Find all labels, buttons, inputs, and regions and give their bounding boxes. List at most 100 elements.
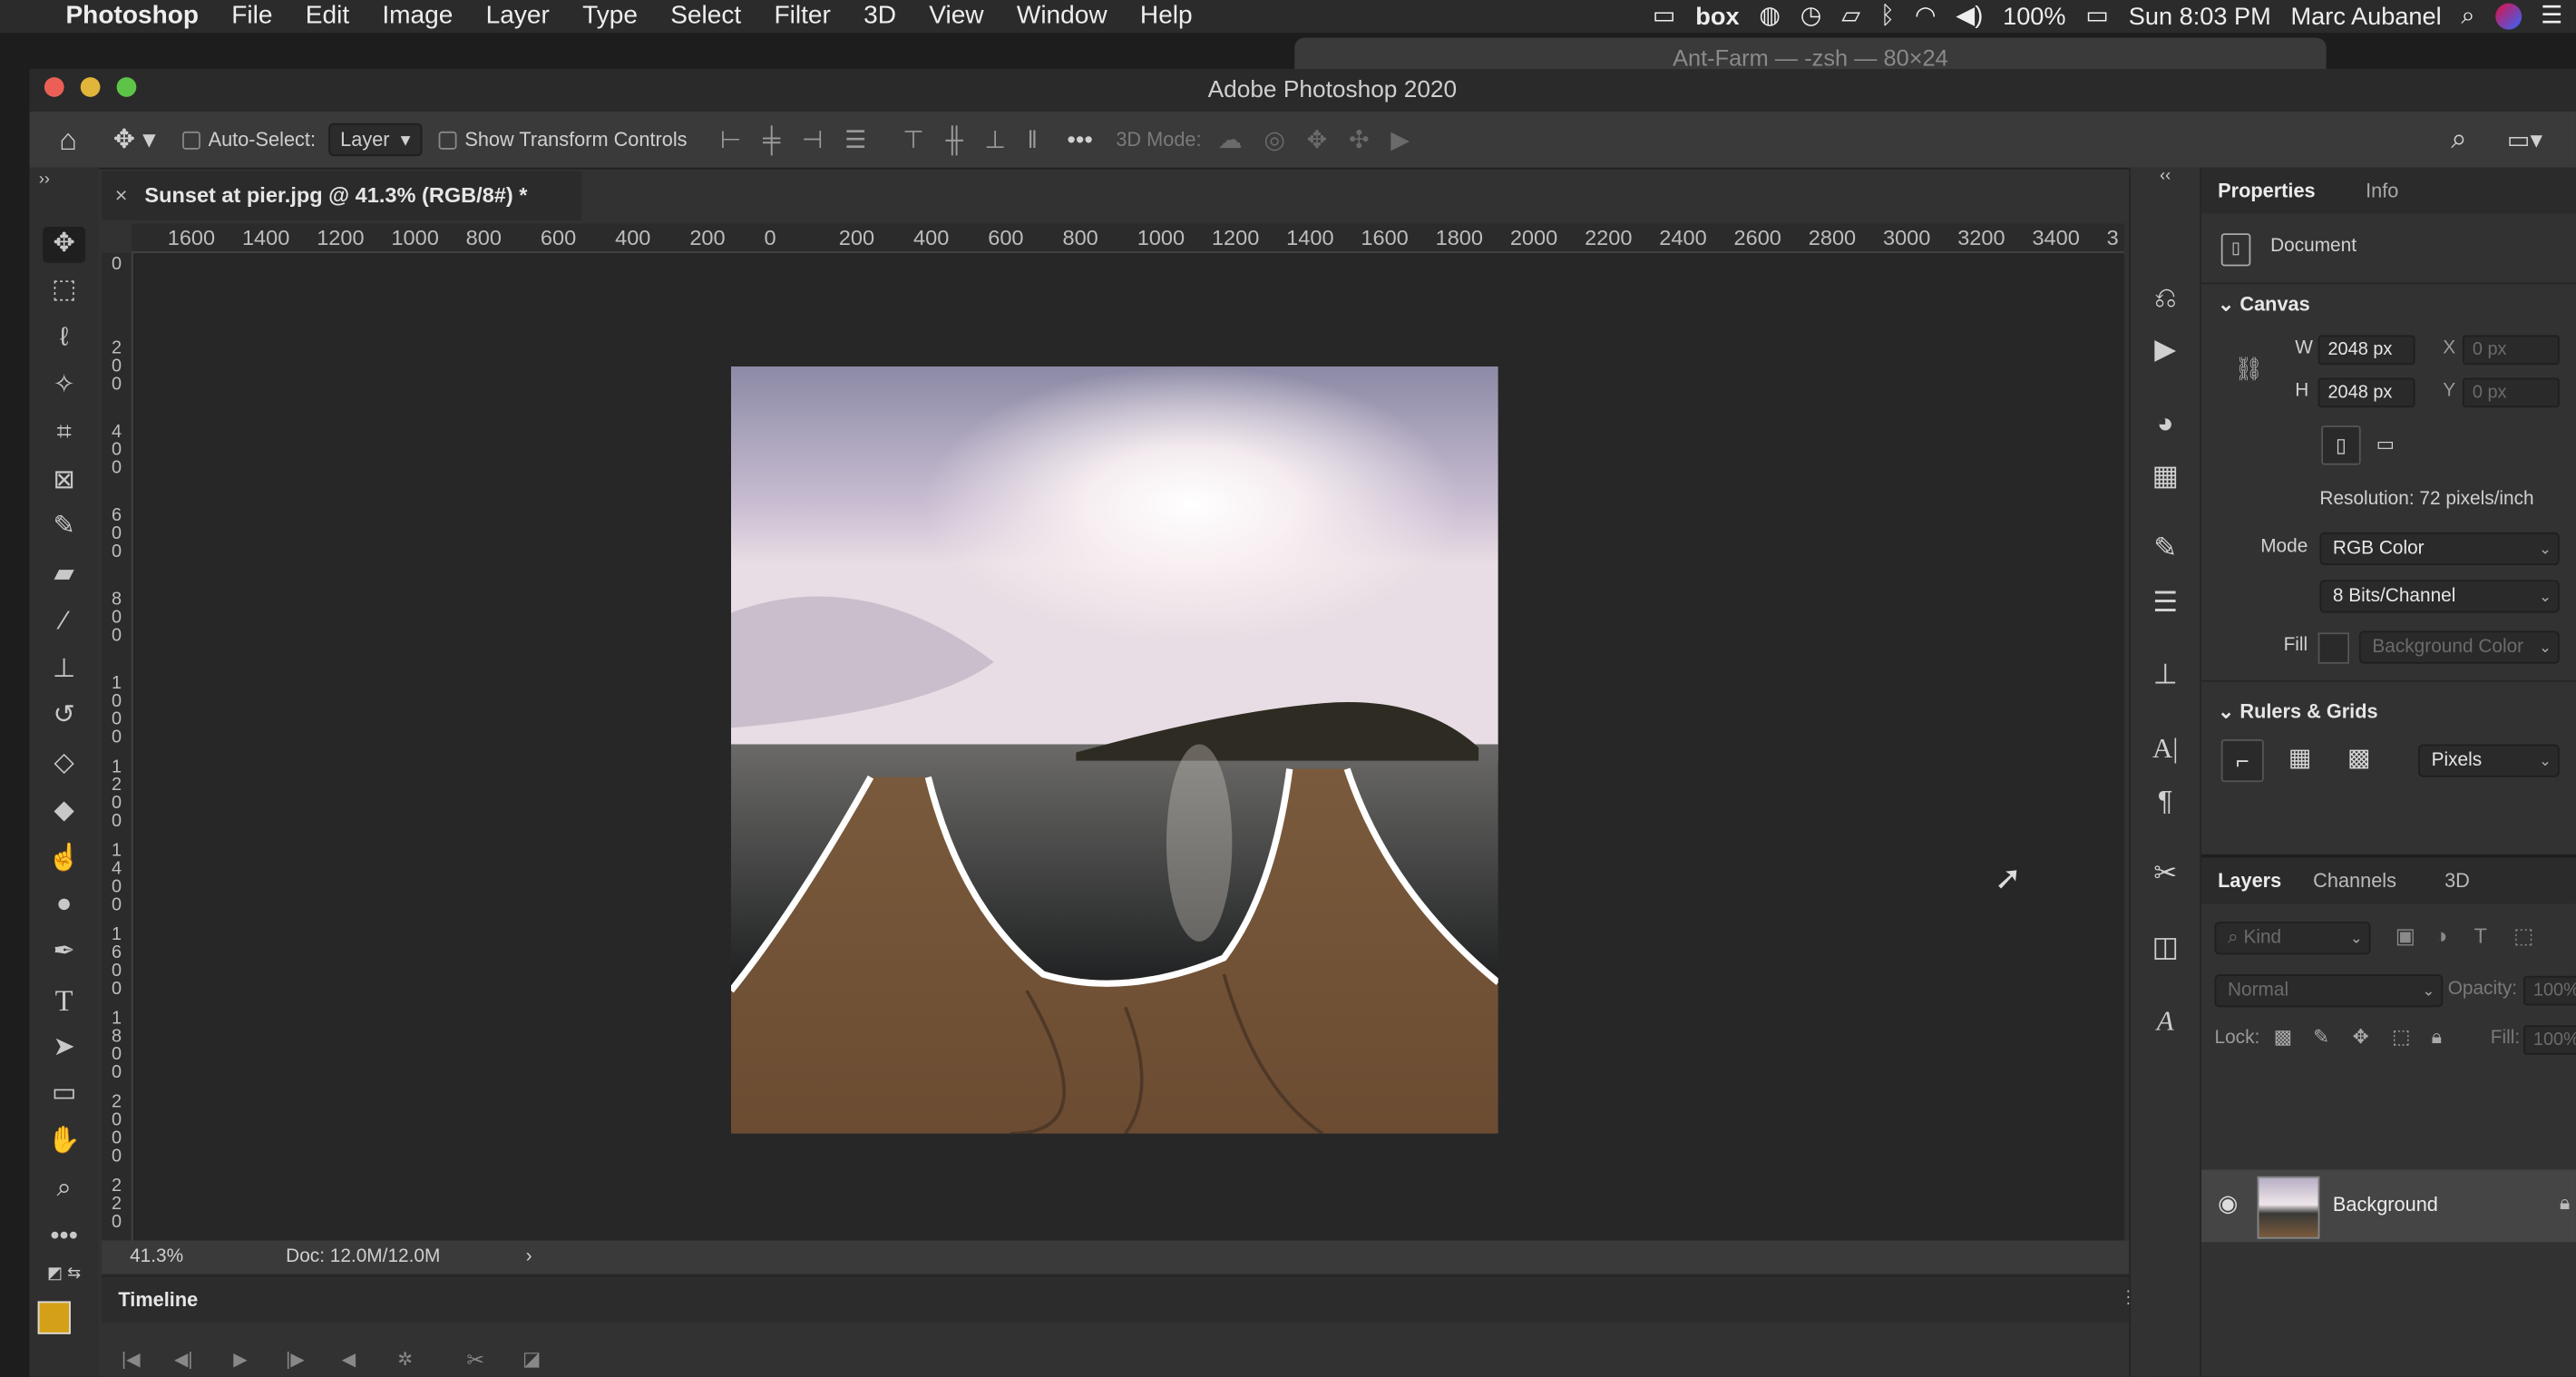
lock-transparency-icon[interactable]: ▩ <box>2274 1025 2293 1048</box>
horizontal-ruler[interactable]: 1600 1400 1200 1000 800 600 400 200 0 200 400 600 80… <box>131 223 2124 253</box>
collapse-dock-icon[interactable]: ‹‹ <box>2147 168 2183 186</box>
rulers-toggle-icon[interactable]: ⌐ <box>2220 739 2264 783</box>
menu-image[interactable]: Image <box>382 2 453 32</box>
lock-artboard-icon[interactable]: ⬚ <box>2392 1025 2411 1048</box>
document-image[interactable] <box>730 366 1498 1134</box>
title-bar[interactable]: Adobe Photoshop 2020 <box>29 69 2576 112</box>
rectangle-tool-icon[interactable]: ▭ <box>43 1076 85 1112</box>
battery-icon[interactable]: ▭ <box>2085 0 2109 33</box>
grid-toggle-icon[interactable]: ▦ <box>2280 739 2319 778</box>
filter-pixel-icon[interactable]: ▣ <box>2395 923 2415 950</box>
split-scissors-icon[interactable]: ✂ <box>466 1347 484 1373</box>
layer-lock-icon[interactable]: 🔒︎ <box>2560 1191 2571 1216</box>
menu-file[interactable]: File <box>231 2 272 32</box>
pen-tool-icon[interactable]: ✒ <box>43 935 85 972</box>
layer-kind-filter[interactable]: ⌕ Kind ⌄ <box>2214 922 2371 955</box>
paint-bucket-tool-icon[interactable]: ◆ <box>43 794 85 830</box>
clone-stamp-tool-icon[interactable]: ⊥ <box>43 652 85 688</box>
lasso-tool-icon[interactable]: ℓ <box>43 320 85 356</box>
menu-help[interactable]: Help <box>1140 2 1193 32</box>
box-status[interactable]: box <box>1695 3 1739 31</box>
menu-type[interactable]: Type <box>582 2 638 32</box>
move-tool-icon[interactable]: ✥ <box>43 226 86 263</box>
menu-view[interactable]: View <box>929 2 983 32</box>
next-frame-icon[interactable]: |▶ <box>286 1349 305 1371</box>
layer-fill-field[interactable]: 100% <box>2523 1025 2576 1055</box>
play-icon[interactable]: ▶ <box>233 1349 247 1371</box>
portrait-orientation-icon[interactable]: ▯ <box>2321 425 2361 465</box>
align-bottom-icon[interactable]: ⊥ <box>984 125 1006 154</box>
clone-source-panel-icon[interactable]: ⊥ <box>2147 659 2183 691</box>
default-colors-icon[interactable]: ◩ ⇆ <box>43 1265 85 1285</box>
brushes-panel-icon[interactable]: ✎ <box>2147 532 2183 565</box>
bit-depth-select[interactable]: 8 Bits/Channel ⌄ <box>2319 580 2560 613</box>
zoom-level[interactable]: 41.3% <box>130 1240 183 1273</box>
pixel-grid-toggle-icon[interactable]: ▩ <box>2339 739 2378 778</box>
close-document-icon[interactable]: × <box>115 171 128 220</box>
frame-tool-icon[interactable]: ⊠ <box>43 464 85 500</box>
filter-shape-icon[interactable]: ⬚ <box>2513 923 2533 950</box>
time-machine-icon[interactable]: ◷ <box>1800 0 1822 33</box>
glyphs-panel-icon[interactable]: A <box>2147 1005 2183 1038</box>
align-right-icon[interactable]: ⊣ <box>802 125 824 154</box>
notification-center-icon[interactable]: ☰ <box>2541 0 2562 33</box>
layer-name[interactable]: Background <box>2333 1193 2438 1216</box>
layer-visibility-eye-icon[interactable]: ◉ <box>2218 1189 2238 1217</box>
smudge-tool-icon[interactable]: ☝ <box>43 841 85 877</box>
paragraph-panel-icon[interactable]: ¶ <box>2147 786 2183 818</box>
ruler-units-select[interactable]: Pixels ⌄ <box>2418 744 2560 777</box>
path-selection-tool-icon[interactable]: ➤ <box>43 1030 85 1067</box>
eyedropper-tool-icon[interactable]: ✎ <box>43 509 85 545</box>
dodge-tool-icon[interactable]: ● <box>43 887 85 923</box>
layer-row[interactable]: ◉ Background 🔒︎ <box>2201 1169 2576 1243</box>
menu-window[interactable]: Window <box>1017 2 1107 32</box>
facetime-icon[interactable]: ▭ <box>1653 0 1676 33</box>
lock-all-icon[interactable]: 🔒︎ <box>2432 1025 2443 1050</box>
canvas-x-field[interactable]: 0 px <box>2462 335 2560 366</box>
rulers-grids-section-header[interactable]: ⌄ Rulers & Grids <box>2218 700 2377 723</box>
tab-3d[interactable]: 3D <box>2444 857 2470 903</box>
background-terminal-window[interactable]: Ant-Farm — -zsh — 80×24 <box>1294 37 2327 71</box>
menu-3d[interactable]: 3D <box>864 2 896 32</box>
magic-wand-tool-icon[interactable]: ✧ <box>43 368 85 405</box>
siri-icon[interactable] <box>2494 3 2522 30</box>
fill-swatch[interactable] <box>2317 632 2350 664</box>
settings-gear-icon[interactable]: ✲ <box>397 1349 413 1371</box>
foreground-color-swatch[interactable] <box>37 1301 71 1334</box>
filter-type-icon[interactable]: T <box>2474 923 2487 948</box>
globe-icon[interactable]: ◍ <box>1759 0 1781 33</box>
status-menu-chevron-icon[interactable]: › <box>526 1240 532 1273</box>
lock-pixels-icon[interactable]: ✎ <box>2313 1025 2329 1048</box>
link-dimensions-icon[interactable]: ⛓ <box>2234 355 2263 383</box>
edit-toolbar-icon[interactable]: ••• <box>43 1219 85 1255</box>
vertical-ruler[interactable]: 0 200 400 600 800 1000 1200 1400 1600 1800 2000 220 <box>102 252 133 1241</box>
filter-adjustment-icon[interactable]: ◑ <box>2435 923 2447 948</box>
menu-edit[interactable]: Edit <box>306 2 349 32</box>
3d-roll-icon[interactable]: ◎ <box>1264 125 1285 154</box>
tab-properties[interactable]: Properties <box>2218 168 2316 214</box>
history-panel-icon[interactable]: ⎌ <box>2147 283 2183 316</box>
actions-panel-icon[interactable]: ▶ <box>2147 334 2183 366</box>
adjustments-panel-icon[interactable]: ☰ <box>2147 587 2183 620</box>
menu-filter[interactable]: Filter <box>774 2 830 32</box>
marquee-tool-icon[interactable]: ⬚ <box>43 273 85 309</box>
auto-select-checkbox[interactable]: Auto-Select: <box>181 128 316 151</box>
show-transform-checkbox[interactable]: Show Transform Controls <box>438 128 688 151</box>
3d-pan-icon[interactable]: ✥ <box>1307 125 1328 154</box>
menu-layer[interactable]: Layer <box>486 2 550 32</box>
move-tool-preset-icon[interactable]: ✥ ▾ <box>113 123 156 156</box>
hand-tool-icon[interactable]: ✋ <box>43 1124 85 1160</box>
expand-tools-icon[interactable]: ›› <box>33 171 55 190</box>
previous-frame-icon[interactable]: ◀| <box>174 1349 193 1371</box>
user-name[interactable]: Marc Aubanel <box>2291 3 2442 31</box>
workspace-icon[interactable]: ▭▾ <box>2507 125 2542 154</box>
first-frame-icon[interactable]: |◀ <box>122 1349 141 1371</box>
bluetooth-icon[interactable]: ᛒ <box>1880 0 1895 33</box>
more-options-icon[interactable]: ••• <box>1067 126 1093 154</box>
color-panel-icon[interactable]: ◕ <box>2147 407 2183 440</box>
color-mode-select[interactable]: RGB Color ⌄ <box>2319 532 2560 566</box>
menu-app-name[interactable]: Photoshop <box>65 2 199 32</box>
lock-position-icon[interactable]: ✥ <box>2353 1025 2369 1048</box>
search-icon[interactable]: ⌕ <box>2451 123 2466 156</box>
distribute-horizontal-icon[interactable]: ‖ <box>1028 126 1038 154</box>
